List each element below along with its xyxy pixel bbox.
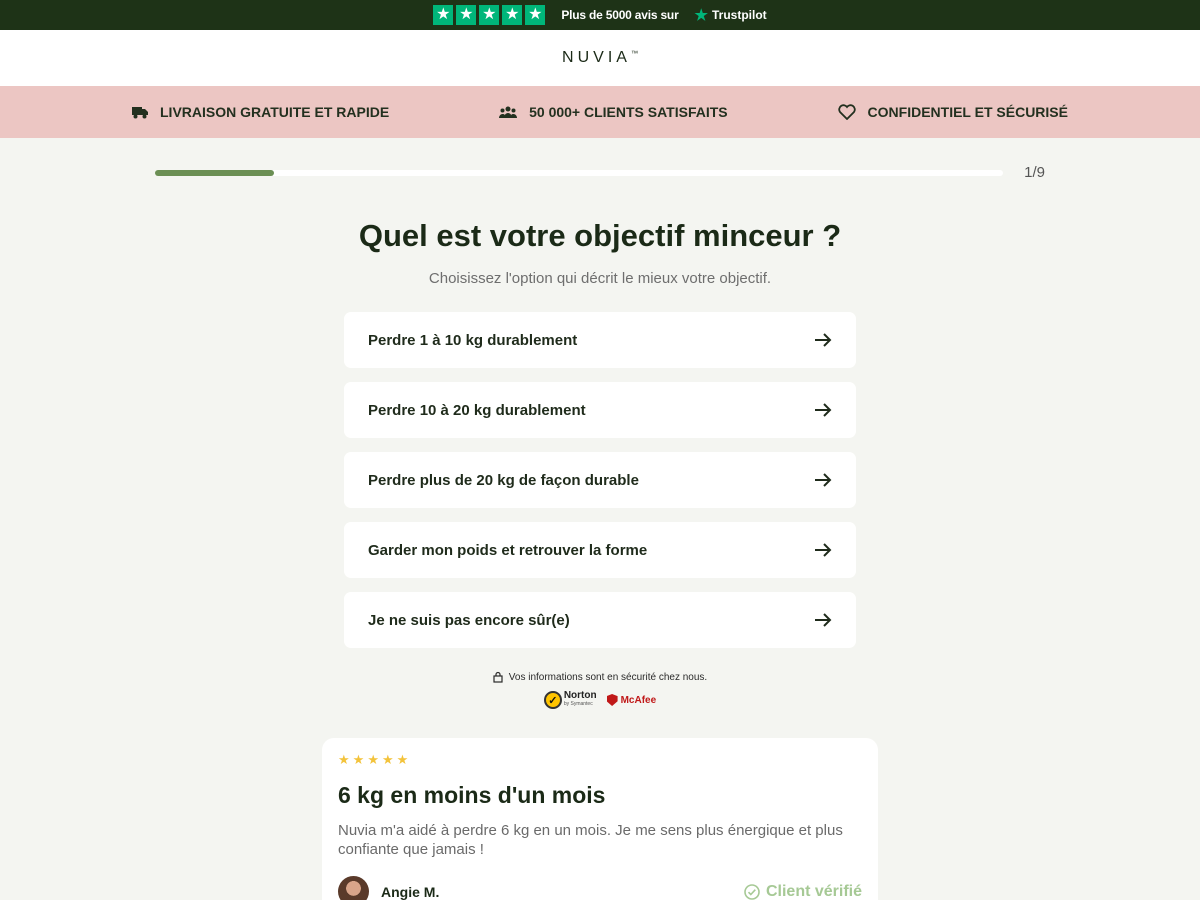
question-subtitle: Choisissez l'option qui décrit le mieux … bbox=[428, 270, 772, 287]
author-name: Angie M. bbox=[381, 883, 440, 900]
users-icon bbox=[499, 106, 518, 118]
norton-sub: by Symantec bbox=[563, 701, 593, 707]
star-icon: ★ bbox=[479, 5, 500, 25]
question-title: Quel est votre objectif minceur ? bbox=[358, 218, 842, 253]
review-title: 6 kg en moins d'un mois bbox=[338, 782, 606, 808]
testimonial-card: ★ ★ ★ ★ ★ 6 kg en moins d'un mois Nuvia … bbox=[322, 738, 878, 900]
avatar bbox=[338, 876, 369, 900]
option-label: Garder mon poids et retrouver la forme bbox=[368, 541, 648, 559]
truck-icon bbox=[132, 107, 148, 119]
star-icon: ★ bbox=[367, 752, 379, 767]
benefit-label: LIVRAISON GRATUITE ET RAPIDE bbox=[160, 104, 390, 120]
norton-name: Norton by Symantec bbox=[564, 691, 597, 709]
option-lose-10-20kg[interactable]: Perdre 10 à 20 kg durablement bbox=[344, 382, 856, 438]
check-circle-icon bbox=[744, 883, 760, 900]
lock-icon bbox=[493, 671, 503, 683]
review-author: Angie M. bbox=[338, 876, 439, 900]
security-notice: Vos informations sont en sécurité chez n… bbox=[0, 671, 1200, 683]
arrow-right-icon bbox=[815, 613, 832, 627]
reviews-count-text: Plus de 5000 avis sur bbox=[561, 8, 679, 22]
arrow-right-icon bbox=[815, 543, 832, 557]
progress-fill bbox=[155, 170, 274, 176]
heart-icon bbox=[837, 104, 856, 120]
option-lose-20kg-plus[interactable]: Perdre plus de 20 kg de façon durable bbox=[344, 452, 856, 508]
quiz-progress: 1/9 bbox=[155, 163, 1045, 183]
option-label: Je ne suis pas encore sûr(e) bbox=[368, 611, 570, 629]
arrow-right-icon bbox=[815, 473, 832, 487]
review-rating: ★ ★ ★ ★ ★ bbox=[338, 752, 862, 768]
star-icon: ★ bbox=[525, 5, 546, 25]
arrow-right-icon bbox=[815, 403, 832, 417]
star-icon: ★ bbox=[381, 752, 394, 767]
trademark: ™ bbox=[630, 50, 638, 58]
option-label: Perdre 10 à 20 kg durablement bbox=[368, 401, 586, 419]
review-text: Nuvia m'a aidé à perdre 6 kg en un mois.… bbox=[338, 822, 843, 858]
benefit-delivery: LIVRAISON GRATUITE ET RAPIDE bbox=[132, 104, 389, 120]
star-icon: ★ bbox=[338, 752, 350, 767]
norton-check-icon: ✓ bbox=[543, 691, 562, 709]
site-header: NUVIA™ bbox=[0, 30, 1200, 86]
logo-text: NUVIA bbox=[562, 49, 631, 66]
benefit-label: 50 000+ CLIENTS SATISFAITS bbox=[529, 104, 728, 120]
benefit-secure: CONFIDENTIEL ET SÉCURISÉ bbox=[837, 104, 1068, 120]
nuvia-logo[interactable]: NUVIA™ bbox=[562, 49, 638, 67]
mcafee-badge: McAfee bbox=[606, 694, 657, 706]
verified-label: Client vérifié bbox=[765, 882, 862, 900]
option-not-sure[interactable]: Je ne suis pas encore sûr(e) bbox=[344, 592, 856, 648]
option-label: Perdre 1 à 10 kg durablement bbox=[368, 331, 578, 349]
trustpilot-logo[interactable]: ★ Trustpilot bbox=[695, 6, 767, 24]
norton-badge: ✓ Norton by Symantec bbox=[543, 691, 597, 709]
answer-options: Perdre 1 à 10 kg durablement Perdre 10 à… bbox=[344, 312, 856, 662]
benefit-label: CONFIDENTIEL ET SÉCURISÉ bbox=[867, 104, 1068, 120]
star-icon: ★ bbox=[456, 5, 477, 25]
star-icon: ★ bbox=[433, 5, 454, 25]
security-text: Vos informations sont en sécurité chez n… bbox=[508, 671, 708, 683]
trustpilot-star-icon: ★ bbox=[694, 7, 708, 24]
option-lose-1-10kg[interactable]: Perdre 1 à 10 kg durablement bbox=[344, 312, 856, 368]
option-maintain-weight[interactable]: Garder mon poids et retrouver la forme bbox=[344, 522, 856, 578]
trustpilot-brand: Trustpilot bbox=[712, 8, 767, 22]
star-icon: ★ bbox=[502, 5, 523, 25]
benefits-bar: LIVRAISON GRATUITE ET RAPIDE 50 000+ CLI… bbox=[0, 86, 1200, 138]
step-counter: 1/9 bbox=[1024, 164, 1045, 181]
mcafee-label: McAfee bbox=[620, 694, 657, 706]
trustpilot-stars: ★ ★ ★ ★ ★ bbox=[433, 5, 546, 25]
star-icon: ★ bbox=[352, 752, 365, 767]
progress-track bbox=[155, 170, 1003, 176]
star-icon: ★ bbox=[396, 752, 409, 767]
security-badges: ✓ Norton by Symantec McAfee bbox=[0, 691, 1200, 709]
review-footer: Angie M. Client vérifié bbox=[338, 876, 862, 900]
option-label: Perdre plus de 20 kg de façon durable bbox=[368, 471, 639, 489]
benefit-clients: 50 000+ CLIENTS SATISFAITS bbox=[499, 104, 728, 120]
trustpilot-bar: ★ ★ ★ ★ ★ Plus de 5000 avis sur ★ Trustp… bbox=[0, 0, 1200, 30]
mcafee-shield-icon bbox=[606, 694, 618, 706]
arrow-right-icon bbox=[815, 333, 832, 347]
verified-badge: Client vérifié bbox=[744, 883, 862, 900]
